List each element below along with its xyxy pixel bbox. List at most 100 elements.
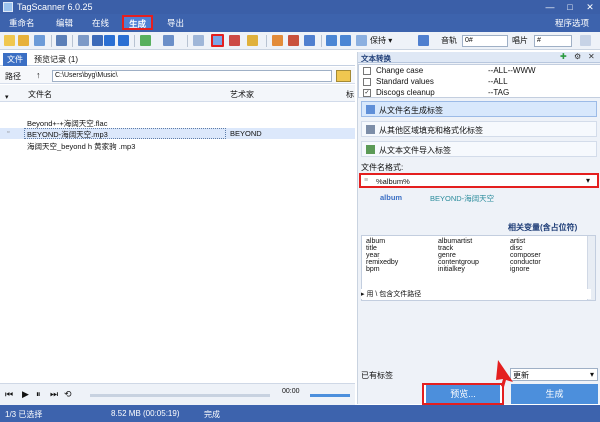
move-down-icon[interactable] <box>118 35 129 46</box>
seek-slider[interactable] <box>90 394 270 397</box>
menu-generate[interactable]: 生成 <box>122 15 154 30</box>
up-arrow-icon[interactable]: ↑ <box>36 70 41 80</box>
generate-button[interactable]: 生成 <box>511 384 598 404</box>
conversion-checkbox[interactable] <box>363 67 371 75</box>
format-dropdown-icon[interactable]: ▾ <box>586 176 590 185</box>
doc-blue-icon[interactable] <box>304 35 315 46</box>
conversion-header: 文本转换 ✚ ⚙ ✕ <box>358 52 600 63</box>
variable-item[interactable]: conductor <box>509 259 542 266</box>
disc-input[interactable]: # <box>534 35 572 47</box>
expand-arrow-icon[interactable]: ▾ <box>5 93 9 101</box>
add-folder-icon[interactable] <box>18 35 29 46</box>
conversion-item[interactable]: ✓ Discogs cleanup --TAG <box>363 88 596 98</box>
menu-online[interactable]: 在线 <box>92 17 109 29</box>
tag-icon[interactable] <box>418 35 429 46</box>
file-tabs: 文件 预览记录 (1) <box>0 52 355 66</box>
table-row[interactable]: 海阔天空_beyond h 黄家驹 .mp3 <box>0 140 355 151</box>
variable-item[interactable]: ignore <box>509 266 542 273</box>
columns-icon[interactable] <box>78 35 89 46</box>
conversion-title: 文本转换 <box>361 54 391 63</box>
variable-item[interactable]: initialkey <box>437 266 509 273</box>
preview-button[interactable]: 预览... <box>426 385 500 403</box>
remove-tag-icon[interactable] <box>229 35 240 46</box>
menu-settings[interactable]: 程序选项 <box>555 17 589 29</box>
variable-item[interactable]: genre <box>437 252 509 259</box>
browse-folder-icon[interactable] <box>336 70 351 82</box>
mode-select[interactable]: 更新 ▾ <box>510 368 598 381</box>
conversion-name: Change case <box>376 66 424 75</box>
include-path-option[interactable]: ▸ 用 \ 包含文件路径 <box>361 289 591 299</box>
settings-icon[interactable]: ⚙ <box>574 52 581 61</box>
search-icon[interactable] <box>193 35 204 46</box>
tag-generate-icon[interactable] <box>211 34 224 47</box>
pointer-arrow-icon <box>496 360 513 387</box>
sort-icon[interactable] <box>92 35 103 46</box>
variable-item[interactable]: track <box>437 245 509 252</box>
volume-slider[interactable] <box>310 394 350 397</box>
variable-item[interactable]: remixedby <box>365 259 437 266</box>
minimize-button[interactable]: — <box>540 0 560 14</box>
maximize-button[interactable]: □ <box>560 0 580 14</box>
list-icon[interactable] <box>163 35 174 46</box>
doc-red-icon[interactable] <box>288 35 299 46</box>
next-icon[interactable]: ⏭ <box>50 389 58 400</box>
doc-icon[interactable] <box>272 35 283 46</box>
undo-icon[interactable] <box>56 35 67 46</box>
pause-icon[interactable]: ⏸ <box>36 389 41 400</box>
path-row: 路径 ↑ C:\Users\byg\Music\ <box>0 67 355 84</box>
format-field-icon: ≡ <box>364 177 369 184</box>
variable-item[interactable]: artist <box>509 238 542 245</box>
filter-icon[interactable] <box>140 35 151 46</box>
title-bar: TagScanner 6.0.25 — □ ✕ <box>0 0 600 14</box>
variable-item[interactable]: album <box>365 238 437 245</box>
format-input[interactable]: ≡ %album% ▾ <box>359 173 599 188</box>
row-filename: BEYOND-海阔天空.mp3 <box>27 130 108 139</box>
menu-edit[interactable]: 编辑 <box>56 17 73 29</box>
keep-dropdown[interactable]: 保持 ▾ <box>370 35 392 46</box>
variable-item[interactable]: title <box>365 245 437 252</box>
close-button[interactable]: ✕ <box>580 0 600 14</box>
highlight-icon[interactable] <box>247 35 258 46</box>
column-filename[interactable]: 文件名 <box>28 89 52 100</box>
variable-item[interactable]: contentgroup <box>437 259 509 266</box>
save-icon[interactable] <box>34 35 45 46</box>
conversion-checkbox[interactable]: ✓ <box>363 89 371 97</box>
open-folder-icon[interactable] <box>4 35 15 46</box>
include-path-label: 用 \ 包含文件路径 <box>366 291 422 298</box>
conversion-checkbox[interactable] <box>363 78 371 86</box>
cursor-icon[interactable] <box>356 35 367 46</box>
move-up-icon[interactable] <box>104 35 115 46</box>
conversion-target: --TAG <box>488 88 510 97</box>
add-icon[interactable]: ✚ <box>560 52 567 61</box>
toolbar-more-icon[interactable] <box>580 35 591 46</box>
table-row[interactable]: ▫ BEYOND-海阔天空.mp3 BEYOND <box>0 128 355 139</box>
variable-item[interactable]: year <box>365 252 437 259</box>
play-icon[interactable]: ▶ <box>22 389 29 400</box>
tab-preview-log[interactable]: 预览记录 (1) <box>30 53 82 66</box>
tab-files[interactable]: 文件 <box>3 53 27 66</box>
column-artist[interactable]: 艺术家 <box>230 89 254 100</box>
variable-item[interactable]: albumartist <box>437 238 509 245</box>
menu-rename[interactable]: 重命名 <box>9 17 35 29</box>
import-icon[interactable] <box>326 35 337 46</box>
action-import-from-text[interactable]: 从文本文件导入标签 <box>361 141 597 157</box>
window-title: TagScanner 6.0.25 <box>17 2 93 12</box>
path-input[interactable]: C:\Users\byg\Music\ <box>52 70 332 82</box>
variable-item[interactable]: bpm <box>365 266 437 273</box>
menu-export[interactable]: 导出 <box>167 17 184 29</box>
action-generate-from-filename[interactable]: 从文件名生成标签 <box>361 101 597 117</box>
variable-item[interactable]: composer <box>509 252 542 259</box>
conversion-item[interactable]: Standard values --ALL <box>363 77 596 87</box>
variable-item[interactable]: disc <box>509 245 542 252</box>
export-icon[interactable] <box>340 35 351 46</box>
action-fill-from-fields[interactable]: 从其他区域填充和格式化标签 <box>361 121 597 137</box>
track-input[interactable]: 0# <box>462 35 508 47</box>
panel-close-icon[interactable]: ✕ <box>588 52 595 61</box>
prev-icon[interactable]: ⏮ <box>5 389 13 400</box>
table-row[interactable]: Beyond+-+海阔天空.flac <box>0 117 355 128</box>
player-time: 00:00 <box>282 388 300 395</box>
conversion-item[interactable]: Change case --ALL--WWW <box>363 66 596 76</box>
column-tag[interactable]: 标 <box>346 89 354 100</box>
repeat-icon[interactable]: ⟲ <box>64 389 72 400</box>
existing-tags-label: 已有标签 <box>361 371 393 380</box>
